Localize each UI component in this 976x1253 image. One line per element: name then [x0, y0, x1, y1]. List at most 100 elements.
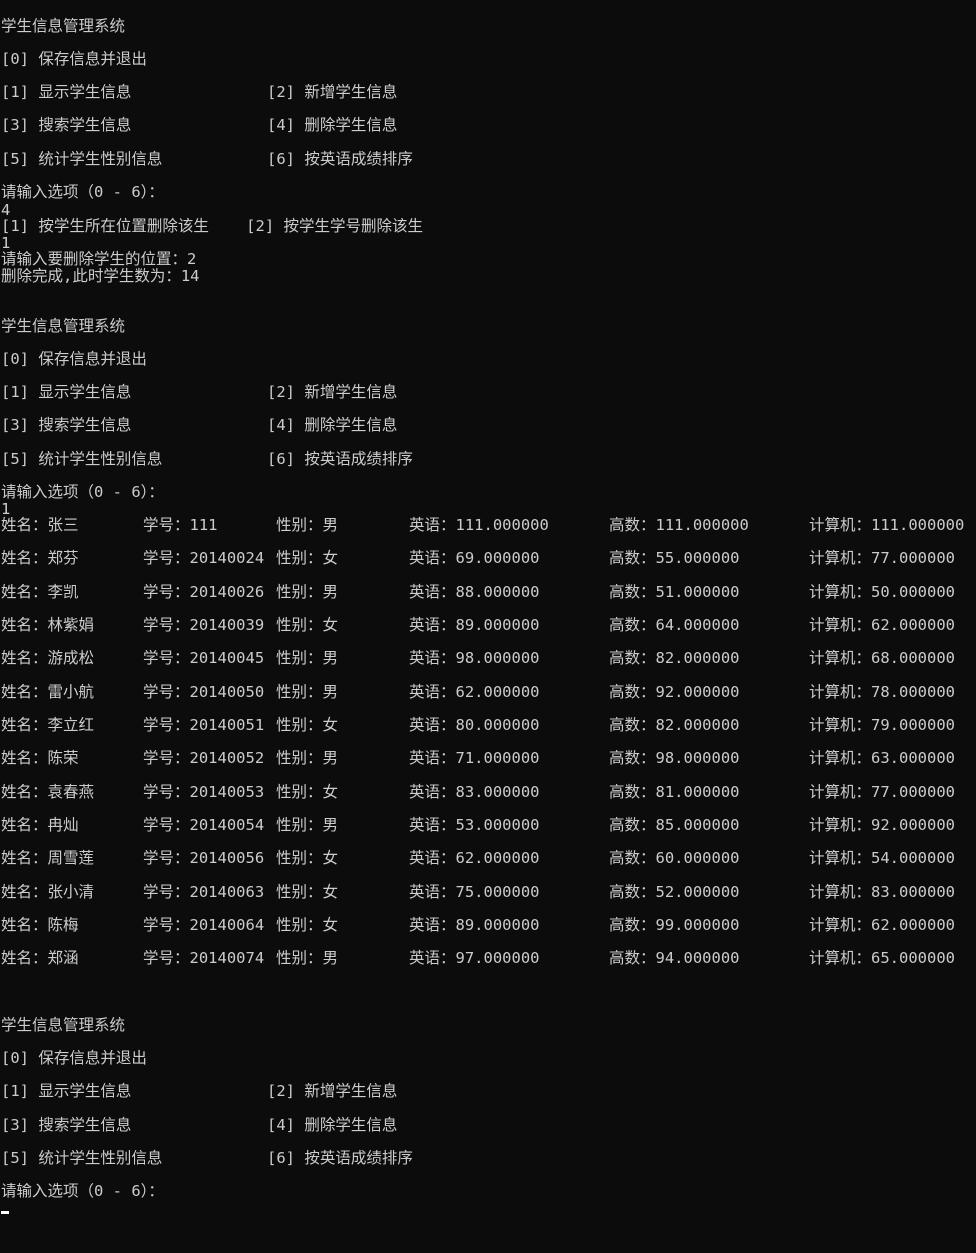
student-id: 学号：20140056: [143, 849, 265, 867]
menu-option-2: [2] 新增学生信息: [267, 83, 398, 101]
menu-option-3: [3] 搜索学生信息: [1, 116, 132, 134]
student-computer: 计算机：62.000000: [809, 616, 955, 634]
menu-option-0: [0] 保存信息并退出: [1, 350, 147, 368]
student-name: 姓名：雷小航: [1, 683, 95, 701]
menu-option-6: [6] 按英语成绩排序: [267, 150, 413, 168]
student-gender: 性别：女: [276, 916, 339, 934]
menu-option-3: [3] 搜索学生信息: [1, 416, 132, 434]
student-row: 姓名：李立红 学号：20140051 性别：女 英语：80.000000 高数：…: [1, 716, 976, 734]
student-row: 姓名：雷小航 学号：20140050 性别：男 英语：62.000000 高数：…: [1, 683, 976, 701]
menu-option-2: [2] 新增学生信息: [267, 1082, 398, 1100]
menu-prompt: 请输入选项（0 - 6）：: [1, 1182, 164, 1200]
delete-done-message: 删除完成,此时学生数为：14: [1, 267, 200, 285]
student-english: 英语：75.000000: [409, 883, 540, 901]
student-name: 姓名：陈荣: [1, 749, 79, 767]
menu-option-5: [5] 统计学生性别信息: [1, 450, 163, 468]
menu-option-6: [6] 按英语成绩排序: [267, 1149, 413, 1167]
student-english: 英语：62.000000: [409, 849, 540, 867]
student-gender: 性别：男: [276, 649, 339, 667]
student-math: 高数：98.000000: [609, 749, 740, 767]
student-id: 学号：20140054: [143, 816, 265, 834]
student-gender: 性别：女: [276, 783, 339, 801]
student-english: 英语：83.000000: [409, 783, 540, 801]
menu-option-5: [5] 统计学生性别信息: [1, 1149, 163, 1167]
student-english: 英语：98.000000: [409, 649, 540, 667]
student-gender: 性别：男: [276, 683, 339, 701]
student-computer: 计算机：68.000000: [809, 649, 955, 667]
student-row: 姓名：周雪莲 学号：20140056 性别：女 英语：62.000000 高数：…: [1, 849, 976, 867]
student-row: 姓名：冉灿 学号：20140054 性别：男 英语：53.000000 高数：8…: [1, 816, 976, 834]
student-math: 高数：82.000000: [609, 649, 740, 667]
student-id: 学号：20140063: [143, 883, 265, 901]
student-english: 英语：89.000000: [409, 616, 540, 634]
menu-option-1: [1] 显示学生信息: [1, 383, 132, 401]
student-english: 英语：88.000000: [409, 583, 540, 601]
student-math: 高数：85.000000: [609, 816, 740, 834]
student-computer: 计算机：77.000000: [809, 549, 955, 567]
student-computer: 计算机：63.000000: [809, 749, 955, 767]
student-name: 姓名：张三: [1, 516, 79, 534]
student-gender: 性别：女: [276, 883, 339, 901]
student-english: 英语：53.000000: [409, 816, 540, 834]
student-id: 学号：20140064: [143, 916, 265, 934]
menu-option-0: [0] 保存信息并退出: [1, 50, 147, 68]
student-gender: 性别：男: [276, 949, 339, 967]
student-computer: 计算机：79.000000: [809, 716, 955, 734]
student-english: 英语：62.000000: [409, 683, 540, 701]
student-name: 姓名：李凯: [1, 583, 79, 601]
student-math: 高数：52.000000: [609, 883, 740, 901]
student-id: 学号：20140026: [143, 583, 265, 601]
student-row: 姓名：陈梅 学号：20140064 性别：女 英语：89.000000 高数：9…: [1, 916, 976, 934]
text-cursor[interactable]: [1, 1211, 9, 1214]
student-name: 姓名：冉灿: [1, 816, 79, 834]
student-gender: 性别：男: [276, 816, 339, 834]
student-math: 高数：60.000000: [609, 849, 740, 867]
student-math: 高数：111.000000: [609, 516, 749, 534]
student-computer: 计算机：111.000000: [809, 516, 965, 534]
student-computer: 计算机：83.000000: [809, 883, 955, 901]
student-computer: 计算机：78.000000: [809, 683, 955, 701]
student-math: 高数：94.000000: [609, 949, 740, 967]
student-math: 高数：81.000000: [609, 783, 740, 801]
student-name: 姓名：陈梅: [1, 916, 79, 934]
student-gender: 性别：男: [276, 583, 339, 601]
student-computer: 计算机：54.000000: [809, 849, 955, 867]
menu-option-1: [1] 显示学生信息: [1, 1082, 132, 1100]
console-window: { "menu": { "title": "学生信息管理系统", "opt0":…: [0, 0, 976, 1253]
menu-title: 学生信息管理系统: [1, 317, 126, 335]
student-gender: 性别：男: [276, 516, 339, 534]
menu-option-4: [4] 删除学生信息: [267, 416, 398, 434]
student-row: 姓名：袁春燕 学号：20140053 性别：女 英语：83.000000 高数：…: [1, 783, 976, 801]
student-computer: 计算机：92.000000: [809, 816, 955, 834]
student-name: 姓名：郑涵: [1, 949, 79, 967]
student-name: 姓名：林紫娟: [1, 616, 95, 634]
student-math: 高数：99.000000: [609, 916, 740, 934]
position-prompt: 请输入要删除学生的位置：2: [1, 250, 197, 268]
menu-option-4: [4] 删除学生信息: [267, 1116, 398, 1134]
student-gender: 性别：女: [276, 549, 339, 567]
student-computer: 计算机：77.000000: [809, 783, 955, 801]
student-english: 英语：89.000000: [409, 916, 540, 934]
student-math: 高数：92.000000: [609, 683, 740, 701]
student-row: 姓名：张小清 学号：20140063 性别：女 英语：75.000000 高数：…: [1, 883, 976, 901]
menu-option-3: [3] 搜索学生信息: [1, 1116, 132, 1134]
student-row: 姓名：陈荣 学号：20140052 性别：男 英语：71.000000 高数：9…: [1, 749, 976, 767]
student-english: 英语：111.000000: [409, 516, 549, 534]
student-id: 学号：20140039: [143, 616, 265, 634]
student-row: 姓名：郑涵 学号：20140074 性别：男 英语：97.000000 高数：9…: [1, 949, 976, 967]
student-math: 高数：82.000000: [609, 716, 740, 734]
menu-option-1: [1] 显示学生信息: [1, 83, 132, 101]
student-computer: 计算机：65.000000: [809, 949, 955, 967]
student-id: 学号：20140024: [143, 549, 265, 567]
student-english: 英语：71.000000: [409, 749, 540, 767]
student-id: 学号：20140052: [143, 749, 265, 767]
student-name: 姓名：张小清: [1, 883, 95, 901]
student-id: 学号：20140045: [143, 649, 265, 667]
student-name: 姓名：李立红: [1, 716, 95, 734]
menu-title: 学生信息管理系统: [1, 1016, 126, 1034]
student-name: 姓名：周雪莲: [1, 849, 95, 867]
student-english: 英语：80.000000: [409, 716, 540, 734]
menu-prompt: 请输入选项（0 - 6）：: [1, 483, 164, 501]
student-row: 姓名：林紫娟 学号：20140039 性别：女 英语：89.000000 高数：…: [1, 616, 976, 634]
menu-option-0: [0] 保存信息并退出: [1, 1049, 147, 1067]
